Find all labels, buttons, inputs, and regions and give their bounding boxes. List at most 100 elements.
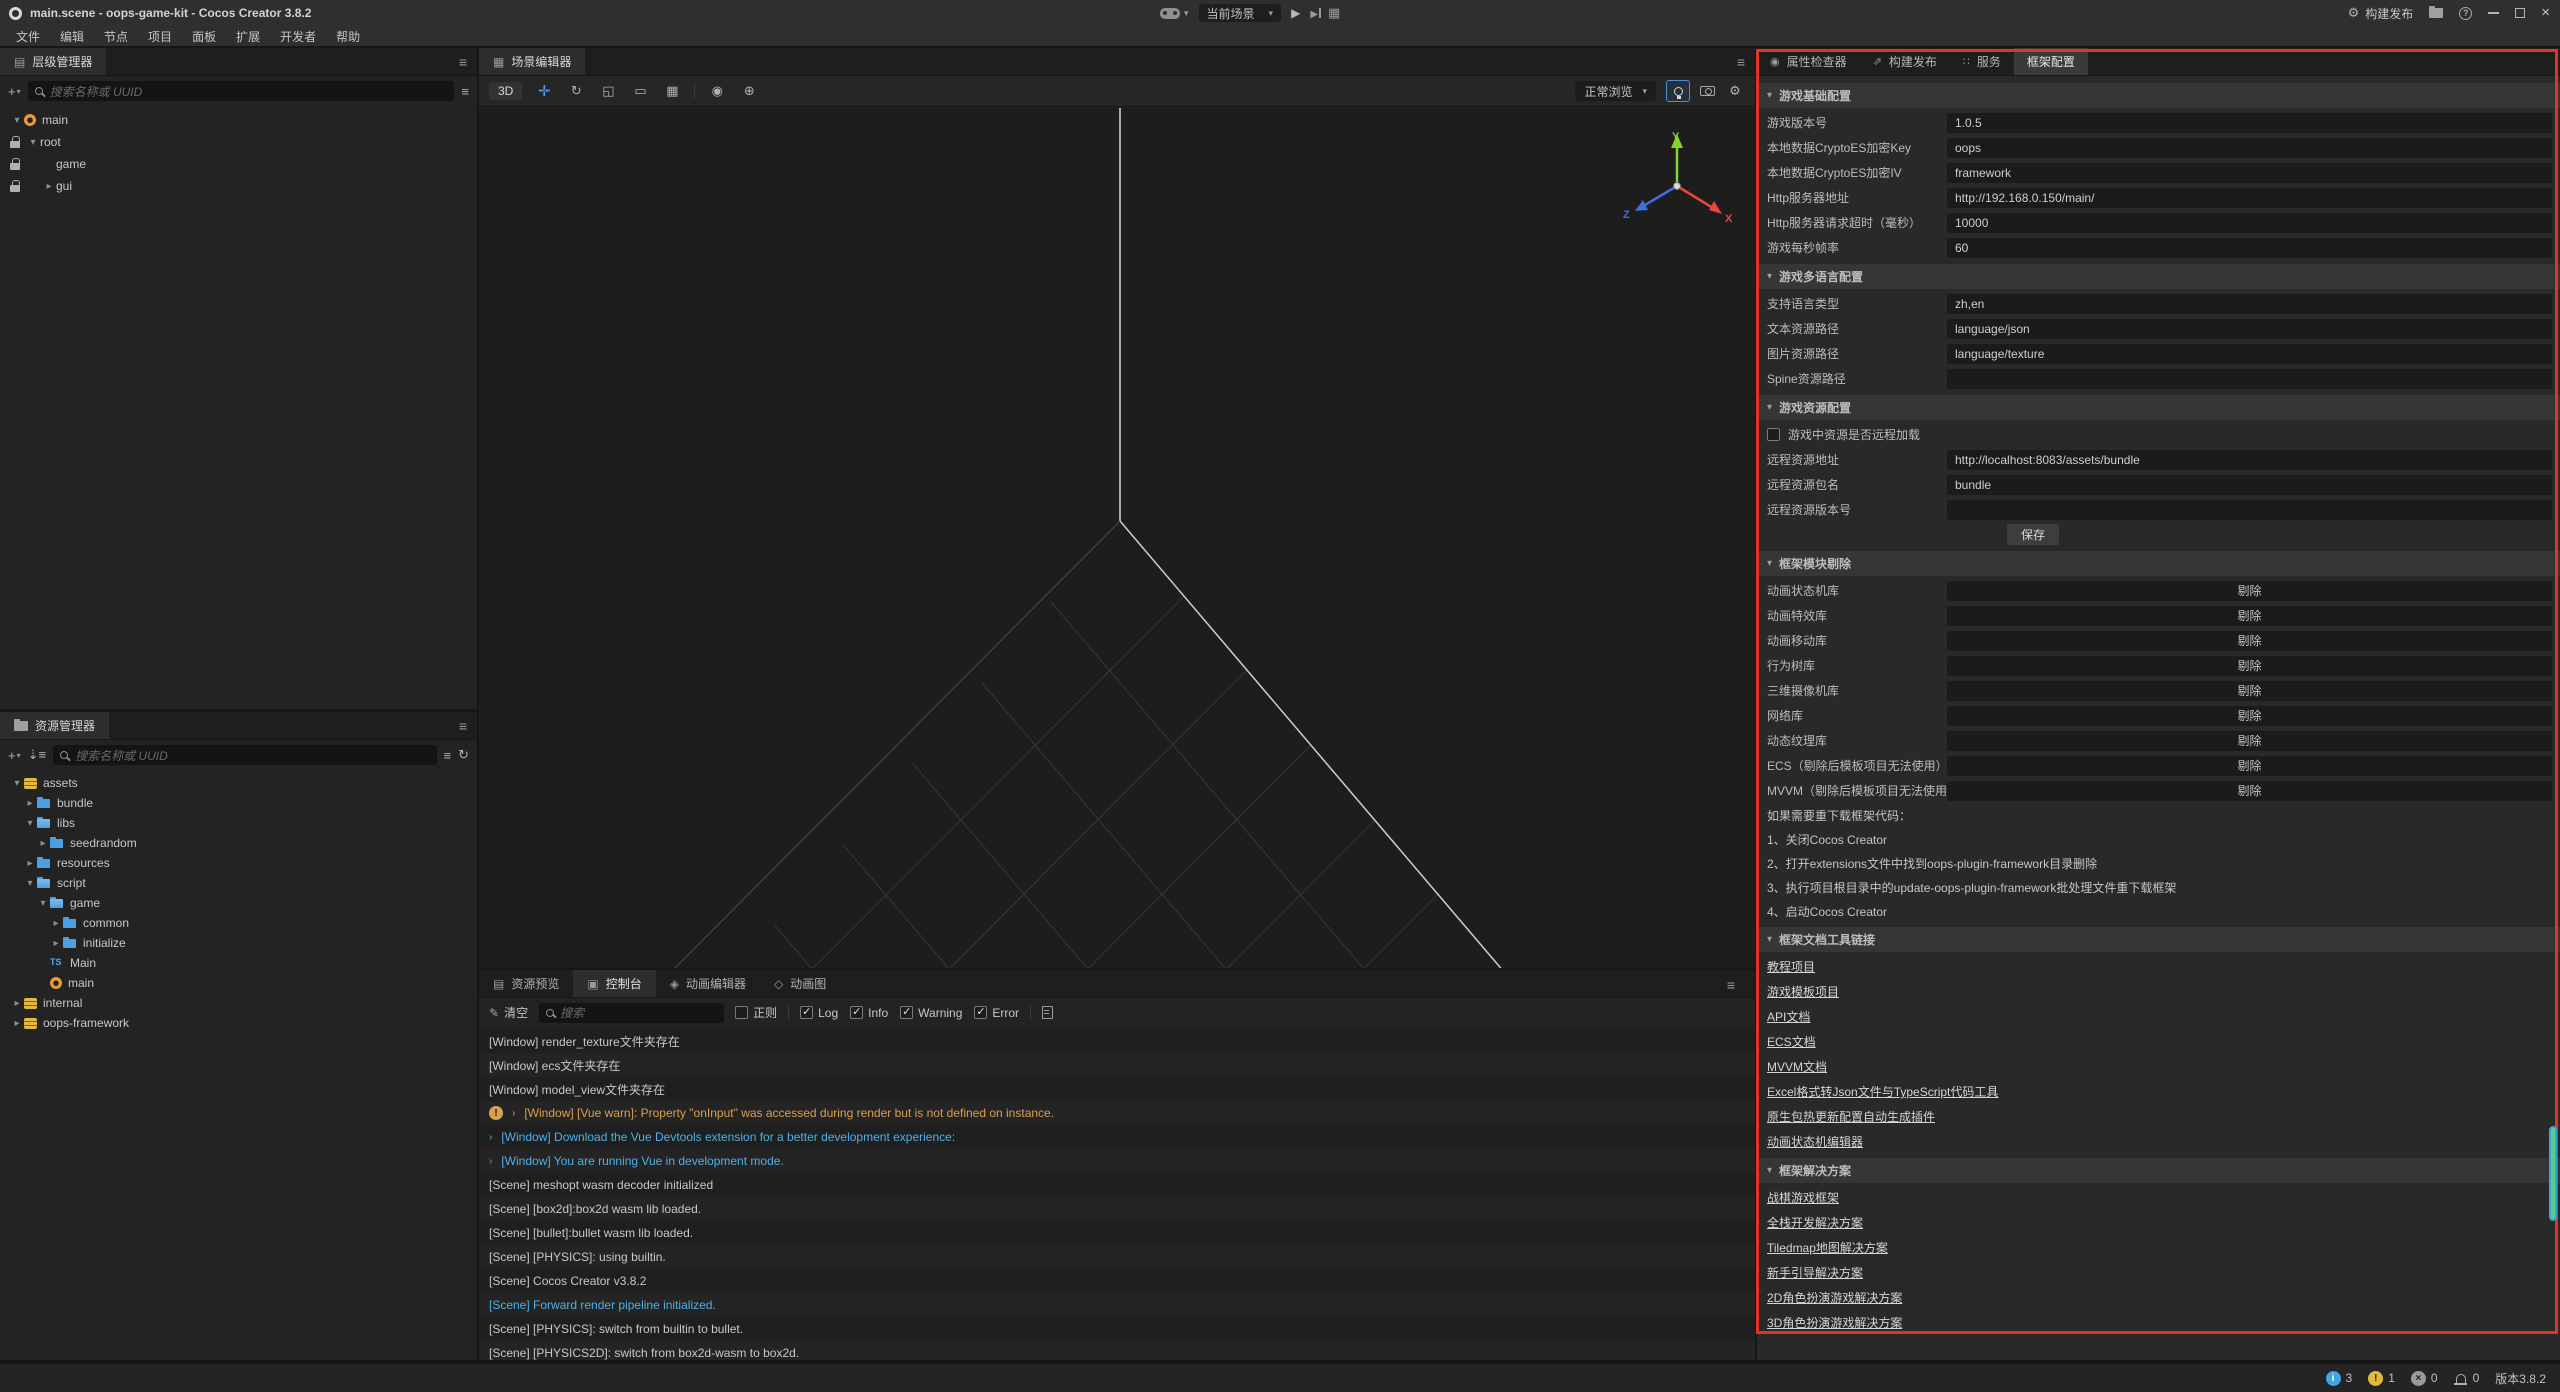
save-button[interactable]: 保存: [2007, 524, 2059, 545]
expand-chevron-icon[interactable]: [49, 918, 63, 929]
console-tab[interactable]: 资源预览: [479, 970, 573, 997]
remote-load-checkbox[interactable]: [1767, 428, 1780, 441]
field-input[interactable]: oops: [1947, 138, 2552, 158]
scrollbar-thumb[interactable]: [2549, 1126, 2557, 1221]
refresh-icon[interactable]: ↻: [458, 747, 469, 763]
remove-module-button[interactable]: 剔除: [1947, 756, 2552, 776]
expand-chevron-icon[interactable]: [26, 137, 40, 148]
tree-node[interactable]: root: [0, 131, 477, 153]
console-search-input[interactable]: 搜索: [539, 1003, 724, 1023]
tree-node[interactable]: main: [0, 109, 477, 131]
expand-chevron-icon[interactable]: [23, 798, 37, 809]
field-input[interactable]: 10000: [1947, 213, 2552, 233]
expand-chevron-icon[interactable]: [23, 878, 37, 889]
rotate-tool-icon[interactable]: ↻: [566, 83, 586, 99]
console-message[interactable]: [Window] Download the Vue Devtools exten…: [479, 1125, 1755, 1149]
field-input[interactable]: http://192.168.0.150/main/: [1947, 188, 2552, 208]
regex-toggle[interactable]: 正则: [735, 1004, 777, 1021]
error-counter[interactable]: × 0: [2411, 1371, 2438, 1386]
tree-node[interactable]: libs: [0, 813, 477, 833]
tree-node[interactable]: script: [0, 873, 477, 893]
layout-button[interactable]: [1328, 5, 1340, 21]
menu-item[interactable]: 开发者: [270, 25, 326, 47]
remove-module-button[interactable]: 剔除: [1947, 631, 2552, 651]
add-asset-button[interactable]: +▾: [8, 748, 21, 763]
console-message[interactable]: [Window] You are running Vue in developm…: [479, 1149, 1755, 1173]
rect-tool-icon[interactable]: ▭: [630, 83, 650, 99]
help-icon[interactable]: ?: [2459, 7, 2472, 20]
field-input[interactable]: [1947, 369, 2552, 389]
toggle-3d-button[interactable]: 3D: [489, 82, 522, 100]
console-message[interactable]: [Window] render_texture文件夹存在: [479, 1029, 1755, 1053]
expand-chevron-icon[interactable]: [10, 1018, 24, 1029]
tree-node[interactable]: common: [0, 913, 477, 933]
tree-node[interactable]: main: [0, 973, 477, 993]
lightbulb-toggle[interactable]: [1666, 80, 1690, 102]
section-chevron-icon[interactable]: [1767, 934, 1772, 945]
tree-node[interactable]: bundle: [0, 793, 477, 813]
filter-checkbox[interactable]: [974, 1006, 987, 1019]
menu-item[interactable]: 项目: [138, 25, 182, 47]
console-message[interactable]: [Scene] [PHYSICS]: using builtin.: [479, 1245, 1755, 1269]
inspector-tab[interactable]: 框架配置: [2014, 48, 2088, 75]
add-node-button[interactable]: +▾: [8, 84, 21, 99]
field-input[interactable]: bundle: [1947, 475, 2552, 495]
pivot-center-icon[interactable]: ◉: [707, 83, 727, 99]
log-filter-toggle[interactable]: Info: [850, 1006, 888, 1020]
filter-checkbox[interactable]: [850, 1006, 863, 1019]
menu-item[interactable]: 节点: [94, 25, 138, 47]
remove-module-button[interactable]: 剔除: [1947, 681, 2552, 701]
console-message[interactable]: [Scene] Cocos Creator v3.8.2: [479, 1269, 1755, 1293]
log-file-icon[interactable]: [1042, 1006, 1053, 1019]
field-input[interactable]: framework: [1947, 163, 2552, 183]
expand-chevron-icon[interactable]: [36, 898, 50, 909]
expand-chevron-icon[interactable]: [10, 115, 24, 126]
expand-chevron-icon[interactable]: [10, 998, 24, 1009]
remove-module-button[interactable]: 剔除: [1947, 731, 2552, 751]
orientation-gizmo[interactable]: Y X Z: [1619, 126, 1739, 236]
menu-item[interactable]: 面板: [182, 25, 226, 47]
console-tab[interactable]: 控制台: [573, 970, 655, 997]
inspector-tab[interactable]: 服务: [1950, 48, 2014, 75]
field-input[interactable]: language/texture: [1947, 344, 2552, 364]
section-chevron-icon[interactable]: [1767, 271, 1772, 282]
tree-node[interactable]: oops-framework: [0, 1013, 477, 1033]
filter-icon[interactable]: ≡: [461, 84, 469, 99]
expand-chevron-icon[interactable]: [23, 818, 37, 829]
console-message[interactable]: [Scene] meshopt wasm decoder initialized: [479, 1173, 1755, 1197]
panel-menu-icon[interactable]: ≡: [1737, 54, 1745, 70]
menu-item[interactable]: 帮助: [326, 25, 370, 47]
console-message[interactable]: [Scene] Forward render pipeline initiali…: [479, 1293, 1755, 1317]
info-counter[interactable]: i 3: [2326, 1371, 2353, 1386]
tree-node[interactable]: game: [0, 153, 477, 175]
inspector-tab[interactable]: 属性检查器: [1757, 48, 1860, 75]
tree-node[interactable]: seedrandom: [0, 833, 477, 853]
gizmo-tool-icon[interactable]: ▦: [662, 83, 682, 99]
warning-counter[interactable]: ! 1: [2368, 1371, 2395, 1386]
field-input[interactable]: 60: [1947, 238, 2552, 258]
menu-item[interactable]: 编辑: [50, 25, 94, 47]
filter-checkbox[interactable]: [800, 1006, 813, 1019]
console-message[interactable]: [Window] [Vue warn]: Property "onInput" …: [479, 1101, 1755, 1125]
view-mode-dropdown[interactable]: 正常浏览 ▾: [1575, 81, 1656, 101]
field-input[interactable]: language/json: [1947, 319, 2552, 339]
tree-node[interactable]: internal: [0, 993, 477, 1013]
log-filter-toggle[interactable]: Warning: [900, 1006, 962, 1020]
camera-icon[interactable]: [1700, 86, 1715, 96]
tab-scene-editor[interactable]: ▦ 场景编辑器: [479, 48, 585, 75]
console-message[interactable]: [Scene] [box2d]:box2d wasm lib loaded.: [479, 1197, 1755, 1221]
log-filter-toggle[interactable]: Log: [800, 1006, 838, 1020]
console-message[interactable]: [Scene] [PHYSICS]: switch from builtin t…: [479, 1317, 1755, 1341]
remove-module-button[interactable]: 剔除: [1947, 656, 2552, 676]
panel-menu-icon[interactable]: ≡: [459, 718, 467, 734]
filter-icon[interactable]: ≡: [444, 748, 452, 763]
remove-module-button[interactable]: 剔除: [1947, 706, 2552, 726]
scene-viewport[interactable]: Y X Z: [479, 108, 1755, 968]
log-filter-toggle[interactable]: Error: [974, 1006, 1019, 1020]
section-chevron-icon[interactable]: [1767, 558, 1772, 569]
scale-tool-icon[interactable]: ◱: [598, 83, 618, 99]
console-message[interactable]: [Scene] [bullet]:bullet wasm lib loaded.: [479, 1221, 1755, 1245]
tree-node[interactable]: initialize: [0, 933, 477, 953]
tree-node[interactable]: game: [0, 893, 477, 913]
section-chevron-icon[interactable]: [1767, 1165, 1772, 1176]
